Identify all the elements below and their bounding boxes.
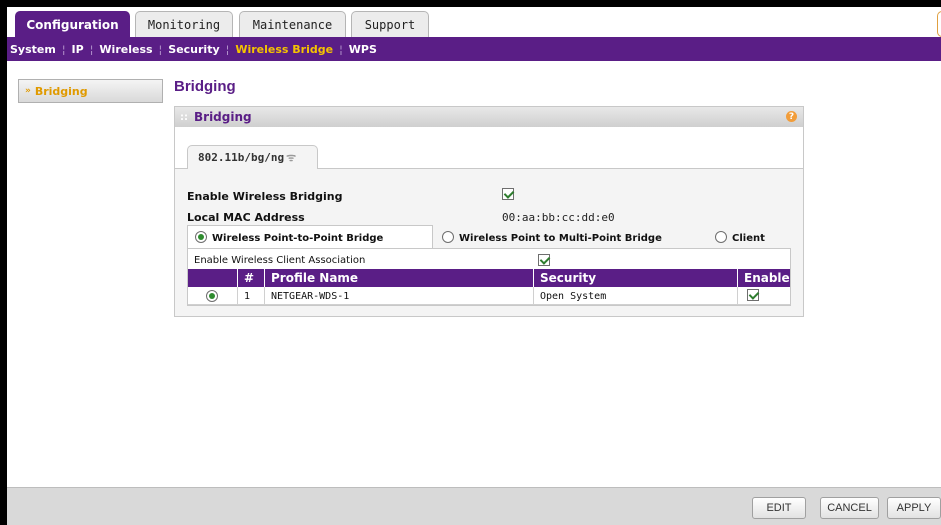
mac-value: 00:aa:bb:cc:dd:e0 — [502, 211, 615, 224]
mode-tab-label: 802.11b/bg/ng — [198, 151, 285, 164]
client-association-checkbox[interactable] — [538, 254, 550, 266]
subnav-separator: ¦ — [61, 42, 66, 56]
tab-configuration[interactable]: Configuration — [15, 11, 130, 37]
chevron-right-icon: » — [25, 86, 31, 96]
subnav-separator: ¦ — [225, 42, 230, 56]
enable-bridging-checkbox[interactable] — [502, 188, 514, 200]
main-tab-bar: Configuration Monitoring Maintenance Sup… — [7, 7, 941, 37]
col-enable: Enable — [737, 269, 790, 287]
col-select — [188, 269, 237, 287]
row-select-radio[interactable] — [206, 290, 218, 302]
mac-label: Local MAC Address — [187, 211, 305, 224]
subnav-wireless-bridge[interactable]: Wireless Bridge — [235, 43, 333, 56]
help-icon[interactable]: ? — [786, 111, 797, 122]
tab-maintenance[interactable]: Maintenance — [239, 11, 346, 37]
enable-bridging-label: Enable Wireless Bridging — [187, 190, 343, 203]
tab-support[interactable]: Support — [351, 11, 429, 37]
point-to-point-settings: Enable Wireless Client Association # Pro… — [187, 248, 791, 306]
edit-button[interactable]: EDIT — [752, 497, 806, 519]
client-label: Client — [732, 233, 765, 244]
row-enable-cell — [737, 287, 790, 305]
subnav-ip[interactable]: IP — [72, 43, 84, 56]
row-enable-checkbox[interactable] — [747, 289, 759, 301]
panel-header: :: Bridging — [175, 107, 803, 127]
col-profile-name: Profile Name — [264, 269, 533, 287]
tab-802-11-bgn[interactable]: 802.11b/bg/ng ᯤ — [187, 145, 318, 169]
apply-button[interactable]: APPLY — [887, 497, 941, 519]
col-number: # — [237, 269, 264, 287]
action-bar: EDIT CANCEL APPLY — [7, 487, 941, 525]
cancel-button[interactable]: CANCEL — [820, 497, 879, 519]
grip-icon: :: — [180, 111, 188, 123]
subnav-system[interactable]: System — [10, 43, 56, 56]
subnav-separator: ¦ — [89, 42, 94, 56]
row-number: 1 — [237, 287, 264, 305]
point-to-point-label: Wireless Point-to-Point Bridge — [212, 233, 384, 244]
app-frame: Configuration Monitoring Maintenance Sup… — [7, 7, 941, 525]
subnav-wps[interactable]: WPS — [349, 43, 377, 56]
wifi-icon: ᯤ — [286, 151, 297, 164]
bridging-panel: :: Bridging ? 802.11b/bg/ng ᯤ Enable Wir… — [174, 106, 804, 317]
radio-point-to-multipoint[interactable] — [442, 231, 454, 243]
row-select-cell — [188, 287, 237, 305]
radio-point-to-point[interactable] — [195, 231, 207, 243]
sidebar-item-label: Bridging — [34, 84, 88, 98]
sub-nav-bar: System ¦ IP ¦ Wireless ¦ Security ¦ Wire… — [7, 37, 941, 61]
sidebar-item-bridging[interactable]: » Bridging — [18, 79, 163, 103]
subnav-separator: ¦ — [158, 42, 163, 56]
col-security: Security — [533, 269, 737, 287]
tab-edge — [937, 11, 941, 37]
client-association-label: Enable Wireless Client Association — [194, 255, 366, 266]
subnav-security[interactable]: Security — [168, 43, 219, 56]
row-profile-name: NETGEAR-WDS-1 — [264, 287, 533, 305]
point-to-multipoint-label: Wireless Point to Multi-Point Bridge — [459, 233, 662, 244]
table-header: # Profile Name Security Enable — [188, 269, 790, 287]
table-row[interactable]: 1 NETGEAR-WDS-1 Open System — [188, 287, 790, 305]
radio-client[interactable] — [715, 231, 727, 243]
subnav-separator: ¦ — [339, 42, 343, 56]
subnav-wireless[interactable]: Wireless — [99, 43, 152, 56]
row-security: Open System — [533, 287, 737, 305]
panel-title: Bridging — [194, 110, 252, 124]
tab-monitoring[interactable]: Monitoring — [135, 11, 233, 37]
page-title: Bridging — [174, 78, 236, 95]
